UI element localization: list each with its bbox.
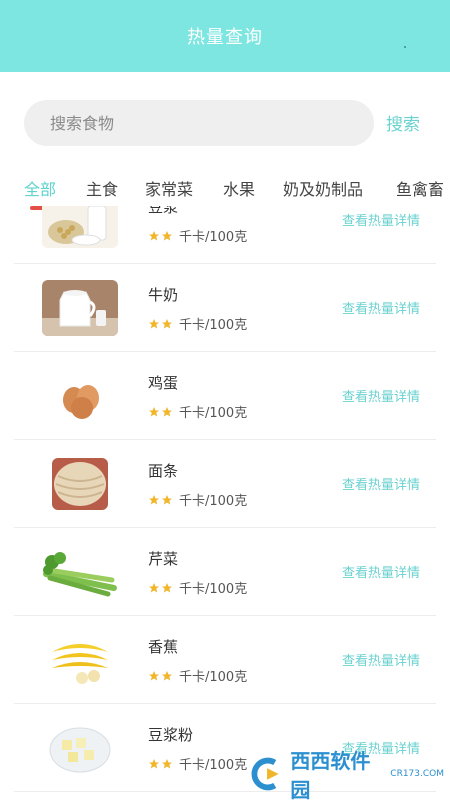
list-item[interactable]: 豆浆 千卡/100克 查看热量详情	[14, 206, 436, 264]
calorie-rating: 千卡/100克	[148, 402, 247, 421]
view-detail-link[interactable]: 查看热量详情	[342, 474, 420, 493]
app-header: 热量查询	[0, 0, 450, 72]
tab-all[interactable]: 全部	[24, 176, 56, 200]
calorie-unit: 千卡/100克	[179, 758, 248, 773]
view-detail-link[interactable]: 查看热量详情	[342, 562, 420, 581]
view-detail-link[interactable]: 查看热量详情	[342, 298, 420, 317]
list-item[interactable]: 鸡蛋 千卡/100克 查看热量详情	[14, 352, 436, 440]
calorie-unit: 千卡/100克	[179, 318, 248, 333]
star-icon	[149, 406, 159, 416]
view-detail-link[interactable]: 查看热量详情	[342, 386, 420, 405]
tab-home-dishes[interactable]: 家常菜	[145, 176, 193, 200]
calorie-rating: 千卡/100克	[148, 314, 247, 333]
watermark-sub: CR173.COM	[390, 769, 444, 779]
star-icon	[149, 758, 159, 768]
calorie-unit: 千卡/100克	[179, 582, 248, 597]
egg-image	[42, 368, 118, 424]
food-name: 豆浆	[148, 206, 179, 216]
calorie-unit: 千卡/100克	[179, 494, 248, 509]
star-icon	[162, 758, 172, 768]
star-icon	[162, 318, 172, 328]
food-name: 鸡蛋	[148, 374, 179, 392]
calorie-unit: 千卡/100克	[179, 670, 248, 685]
header-dot	[404, 46, 406, 48]
star-icon	[162, 406, 172, 416]
tab-meat-poultry-fish[interactable]: 鱼禽畜	[396, 176, 444, 200]
search-button[interactable]: 搜索	[386, 110, 420, 135]
watermark-text: 西西软件园	[290, 749, 371, 800]
food-name: 豆浆粉	[148, 726, 194, 744]
banana-image	[42, 632, 118, 688]
milk-image	[42, 280, 118, 336]
view-detail-link[interactable]: 查看热量详情	[342, 650, 420, 669]
calorie-rating: 千卡/100克	[148, 578, 247, 597]
tab-dairy[interactable]: 奶及奶制品	[283, 176, 363, 200]
list-item[interactable]: 香蕉 千卡/100克 查看热量详情	[14, 616, 436, 704]
search-input[interactable]	[24, 100, 374, 146]
watermark-logo-icon	[251, 757, 279, 791]
star-icon	[149, 582, 159, 592]
star-icon	[162, 494, 172, 504]
soy-milk-powder-image	[42, 720, 118, 776]
food-name: 牛奶	[148, 286, 179, 304]
list-item[interactable]: 面条 千卡/100克 查看热量详情	[14, 440, 436, 528]
food-name: 香蕉	[148, 638, 179, 656]
tab-staple[interactable]: 主食	[86, 176, 118, 200]
calorie-rating: 千卡/100克	[148, 226, 247, 245]
tab-fruit[interactable]: 水果	[223, 176, 255, 200]
star-icon	[149, 494, 159, 504]
calorie-rating: 千卡/100克	[148, 754, 247, 773]
view-detail-link[interactable]: 查看热量详情	[342, 210, 420, 229]
list-item[interactable]: 芹菜 千卡/100克 查看热量详情	[14, 528, 436, 616]
calorie-unit: 千卡/100克	[179, 230, 248, 245]
page-title: 热量查询	[187, 27, 263, 48]
food-name: 芹菜	[148, 550, 179, 568]
food-list[interactable]: 豆浆 千卡/100克 查看热量详情 牛奶 千卡/100克 查看热量详情 鸡蛋 千…	[0, 206, 450, 800]
search-bar: 搜索	[0, 98, 450, 148]
star-icon	[149, 670, 159, 680]
site-watermark: 西西软件园 CR173.COM	[246, 749, 444, 800]
star-icon	[162, 582, 172, 592]
star-icon	[149, 318, 159, 328]
noodles-image	[42, 456, 118, 512]
calorie-rating: 千卡/100克	[148, 666, 247, 685]
calorie-unit: 千卡/100克	[179, 406, 248, 421]
food-name: 面条	[148, 462, 179, 480]
list-item[interactable]: 牛奶 千卡/100克 查看热量详情	[14, 264, 436, 352]
star-icon	[162, 230, 172, 240]
star-icon	[149, 230, 159, 240]
calorie-rating: 千卡/100克	[148, 490, 247, 509]
soy-milk-image	[42, 206, 118, 248]
celery-image	[42, 544, 118, 600]
star-icon	[162, 670, 172, 680]
